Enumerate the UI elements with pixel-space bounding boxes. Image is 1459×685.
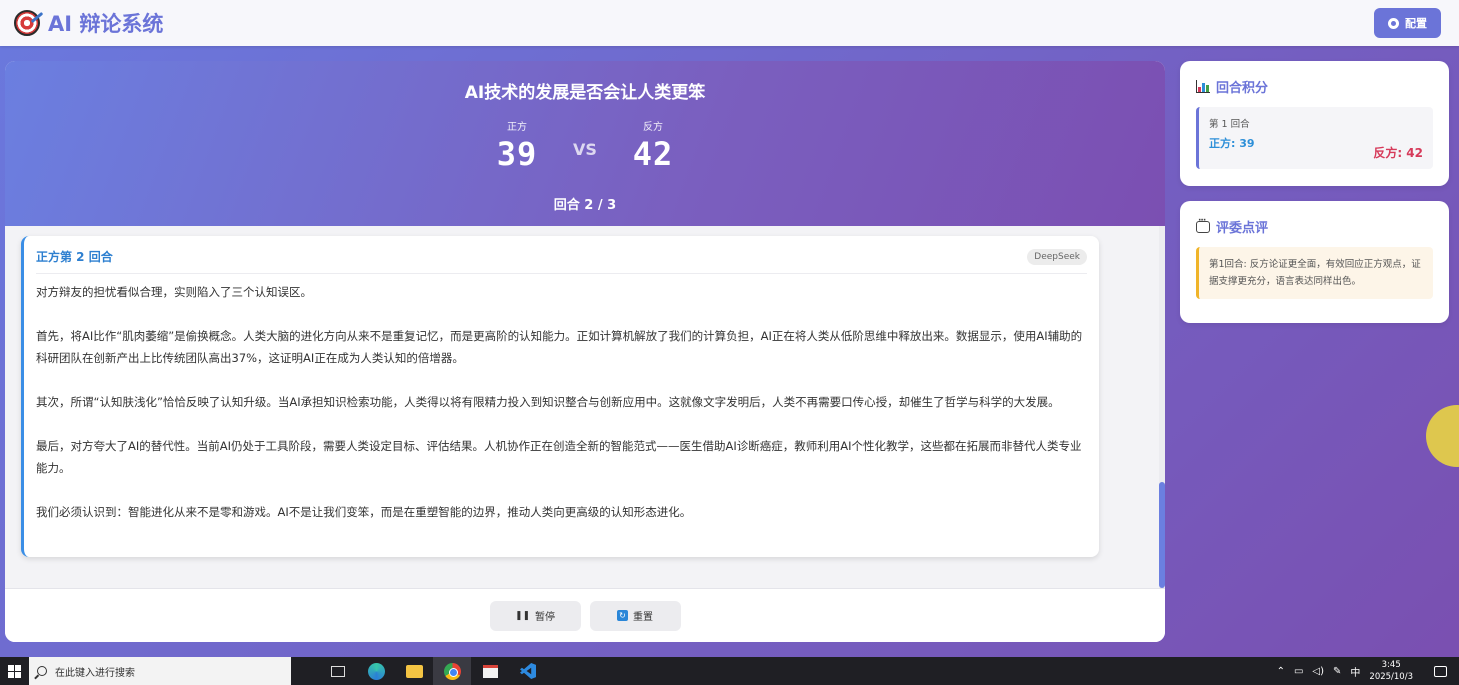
round-score-item: 第 1 回合 正方: 39 反方: 42 <box>1196 107 1433 169</box>
gear-icon <box>1388 17 1399 29</box>
debate-topic: AI技术的发展是否会让人类更笨 <box>464 83 706 103</box>
pause-label: 暂停 <box>535 612 556 623</box>
clock-date: 2025/10/3 <box>1369 672 1413 682</box>
system-tray: ⌃ ▭ ◁) ✎ 中 3:45 2025/10/3 <box>1277 659 1459 683</box>
message-paragraph: 对方辩友的担忧看似合理，实则陷入了三个认知误区。 <box>36 285 312 299</box>
network-icon[interactable]: ▭ <box>1294 666 1303 677</box>
cursor-highlight <box>1426 405 1459 467</box>
generic-app[interactable] <box>471 657 509 685</box>
pro-label: 正方 <box>507 122 528 133</box>
clock-time: 3:45 <box>1381 660 1401 670</box>
judge-comment: 第1回合: 反方论证更全面，有效回应正方观点，证据支撑更充分，语言表达同样出色。 <box>1196 247 1433 299</box>
chrome-icon <box>443 662 461 680</box>
control-bar: ❚❚ 暂停 ↻ 重置 <box>5 588 1165 642</box>
vscode-app[interactable] <box>509 657 547 685</box>
scoreboard: 正方 39 VS 反方 42 <box>5 118 1165 173</box>
refresh-icon: ↻ <box>617 610 628 621</box>
judge-comments-card: 评委点评 第1回合: 反方论证更全面，有效回应正方观点，证据支撑更充分，语言表达… <box>1180 201 1449 323</box>
round-pro-score: 正方: 39 <box>1209 137 1255 150</box>
model-badge: DeepSeek <box>1027 248 1087 265</box>
vscode-icon <box>520 663 536 679</box>
taskbar-search[interactable]: 在此键入进行搜索 <box>29 657 291 685</box>
notification-icon[interactable] <box>1434 665 1447 677</box>
pen-icon[interactable]: ✎ <box>1333 666 1341 677</box>
round-scores-header: 回合积分 <box>1196 77 1433 96</box>
message-paragraph: 其次，所谓“认知肤浅化”恰恰反映了认知升级。当AI承担知识检索功能，人类得以将有… <box>36 395 1060 409</box>
reset-button[interactable]: ↻ 重置 <box>589 600 681 631</box>
con-label: 反方 <box>642 122 663 133</box>
con-score: 42 <box>632 135 674 173</box>
round-number: 第 1 回合 <box>1209 119 1250 130</box>
round-scores-card: 回合积分 第 1 回合 正方: 39 反方: 42 <box>1180 61 1449 186</box>
comment-icon <box>1196 216 1210 233</box>
windows-start-icon[interactable] <box>0 657 28 685</box>
pro-score: 39 <box>496 135 538 173</box>
reset-label: 重置 <box>633 612 653 623</box>
clock[interactable]: 3:45 2025/10/3 <box>1369 659 1413 683</box>
debate-hero: AI技术的发展是否会让人类更笨 正方 39 VS 反方 42 回合 2 / 3 <box>5 61 1165 226</box>
taskbar-apps <box>319 657 547 685</box>
message-title: 正方第 2 回合 <box>36 250 113 264</box>
app-title: AI 辩论系统 <box>48 12 164 36</box>
task-view-icon <box>331 665 345 677</box>
task-view-button[interactable] <box>319 657 357 685</box>
scrollbar-thumb[interactable] <box>1159 482 1165 588</box>
message-paragraph: 最后，对方夸大了AI的替代性。当前AI仍处于工具阶段，需要人类设定目标、评估结果… <box>36 439 1082 475</box>
taskbar-search-placeholder: 在此键入进行搜索 <box>55 667 135 679</box>
bar-chart-icon <box>1196 80 1210 93</box>
pro-side: 正方 39 <box>487 118 547 173</box>
config-button[interactable]: 配置 <box>1374 8 1441 38</box>
message-paragraph: 首先，将AI比作“肌肉萎缩”是偷换概念。人类大脑的进化方向从来不是重复记忆，而是… <box>36 329 1083 365</box>
message-body: 对方辩友的担忧看似合理，实则陷入了三个认知误区。 首先，将AI比作“肌肉萎缩”是… <box>36 274 1087 523</box>
message-area[interactable]: 正方第 2 回合 DeepSeek 对方辩友的担忧看似合理，实则陷入了三个认知误… <box>5 226 1165 588</box>
round-indicator: 回合 2 / 3 <box>553 198 617 213</box>
taskbar: 在此键入进行搜索 ⌃ ▭ ◁) ✎ 中 3:45 2025/10/3 <box>0 657 1459 685</box>
pause-button[interactable]: ❚❚ 暂停 <box>489 600 581 631</box>
folder-icon <box>405 664 423 678</box>
edge-icon <box>367 662 385 680</box>
vs-label: VS <box>573 140 597 159</box>
round-con-score: 反方: 42 <box>1373 146 1423 160</box>
ime-indicator[interactable]: 中 <box>1350 664 1360 679</box>
config-label: 配置 <box>1405 17 1427 30</box>
message-paragraph: 我们必须认识到：智能进化从来不是零和游戏。AI不是让我们变笨，而是在重塑智能的边… <box>36 505 692 519</box>
con-side: 反方 42 <box>623 118 683 173</box>
judge-comments-title: 评委点评 <box>1216 221 1269 236</box>
round-scores-title: 回合积分 <box>1216 81 1269 96</box>
target-icon <box>14 10 40 36</box>
chevron-up-icon[interactable]: ⌃ <box>1277 666 1285 677</box>
debate-panel: AI技术的发展是否会让人类更笨 正方 39 VS 反方 42 回合 2 / 3 … <box>5 61 1165 642</box>
chrome-app[interactable] <box>433 657 471 685</box>
scrollbar[interactable] <box>1159 226 1165 588</box>
debate-message-card: 正方第 2 回合 DeepSeek 对方辩友的担忧看似合理，实则陷入了三个认知误… <box>21 236 1099 557</box>
judge-comments-header: 评委点评 <box>1196 216 1433 236</box>
file-explorer-app[interactable] <box>395 657 433 685</box>
message-header: 正方第 2 回合 DeepSeek <box>36 248 1087 274</box>
brand: AI 辩论系统 <box>14 8 163 38</box>
volume-icon[interactable]: ◁) <box>1312 666 1324 677</box>
pause-icon: ❚❚ <box>514 610 531 621</box>
app-header: AI 辩论系统 配置 <box>0 0 1459 46</box>
round-score-row: 正方: 39 反方: 42 <box>1209 135 1423 161</box>
app-window-icon <box>482 664 498 678</box>
search-icon <box>37 666 47 676</box>
edge-app[interactable] <box>357 657 395 685</box>
